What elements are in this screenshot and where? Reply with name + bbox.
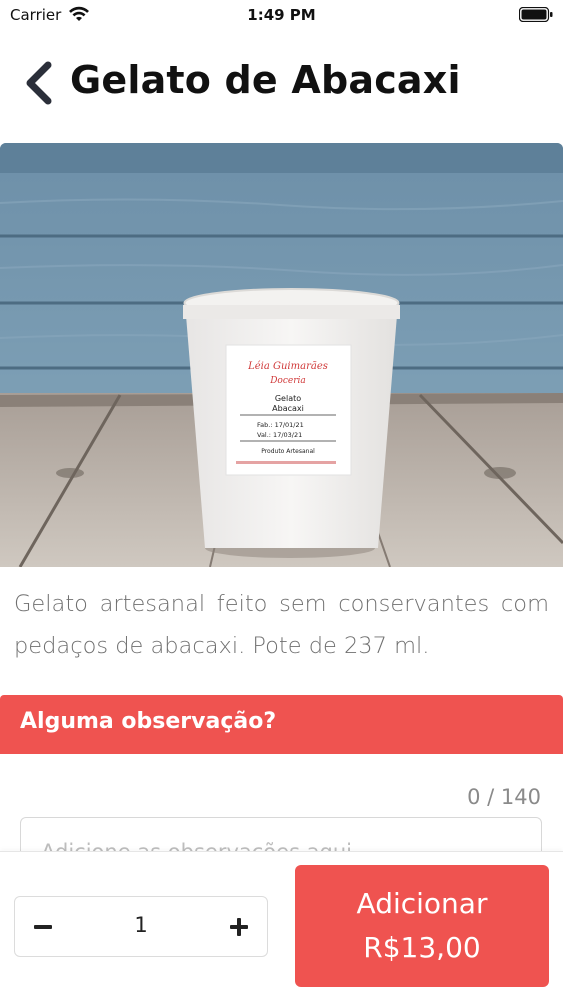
product-description: Gelato artesanal feito sem conservantes … <box>14 591 549 659</box>
status-bar: Carrier 1:49 PM <box>0 0 563 30</box>
plus-icon[interactable] <box>225 913 253 941</box>
add-button-price: R$13,00 <box>363 931 481 964</box>
label-brand-sub: Doceria <box>269 376 306 386</box>
label-name-2: Abacaxi <box>272 404 304 413</box>
label-fab: Fab.: 17/01/21 <box>257 421 304 429</box>
label-brand: Léia Guimarães <box>247 361 328 372</box>
clock: 1:49 PM <box>247 6 316 24</box>
battery-icon <box>519 7 553 22</box>
page-title: Gelato de Abacaxi <box>70 58 461 102</box>
add-to-cart-button[interactable]: Adicionar R$13,00 <box>295 865 549 987</box>
bottom-bar: 1 Adicionar R$13,00 <box>0 851 563 1001</box>
product-image: Léia Guimarães Doceria Gelato Abacaxi Fa… <box>0 143 563 567</box>
observation-header: Alguma observação? <box>0 695 563 754</box>
label-name-1: Gelato <box>275 394 301 403</box>
quantity-stepper: 1 <box>14 896 268 957</box>
label-val: Val.: 17/03/21 <box>257 431 302 439</box>
observation-title: Alguma observação? <box>20 709 277 734</box>
char-counter: 0 / 140 <box>467 785 541 809</box>
chevron-left-icon[interactable] <box>20 60 56 106</box>
add-button-label: Adicionar <box>356 887 488 920</box>
label-artesanal: Produto Artesanal <box>261 448 315 455</box>
nav-header: Gelato de Abacaxi <box>0 50 563 125</box>
